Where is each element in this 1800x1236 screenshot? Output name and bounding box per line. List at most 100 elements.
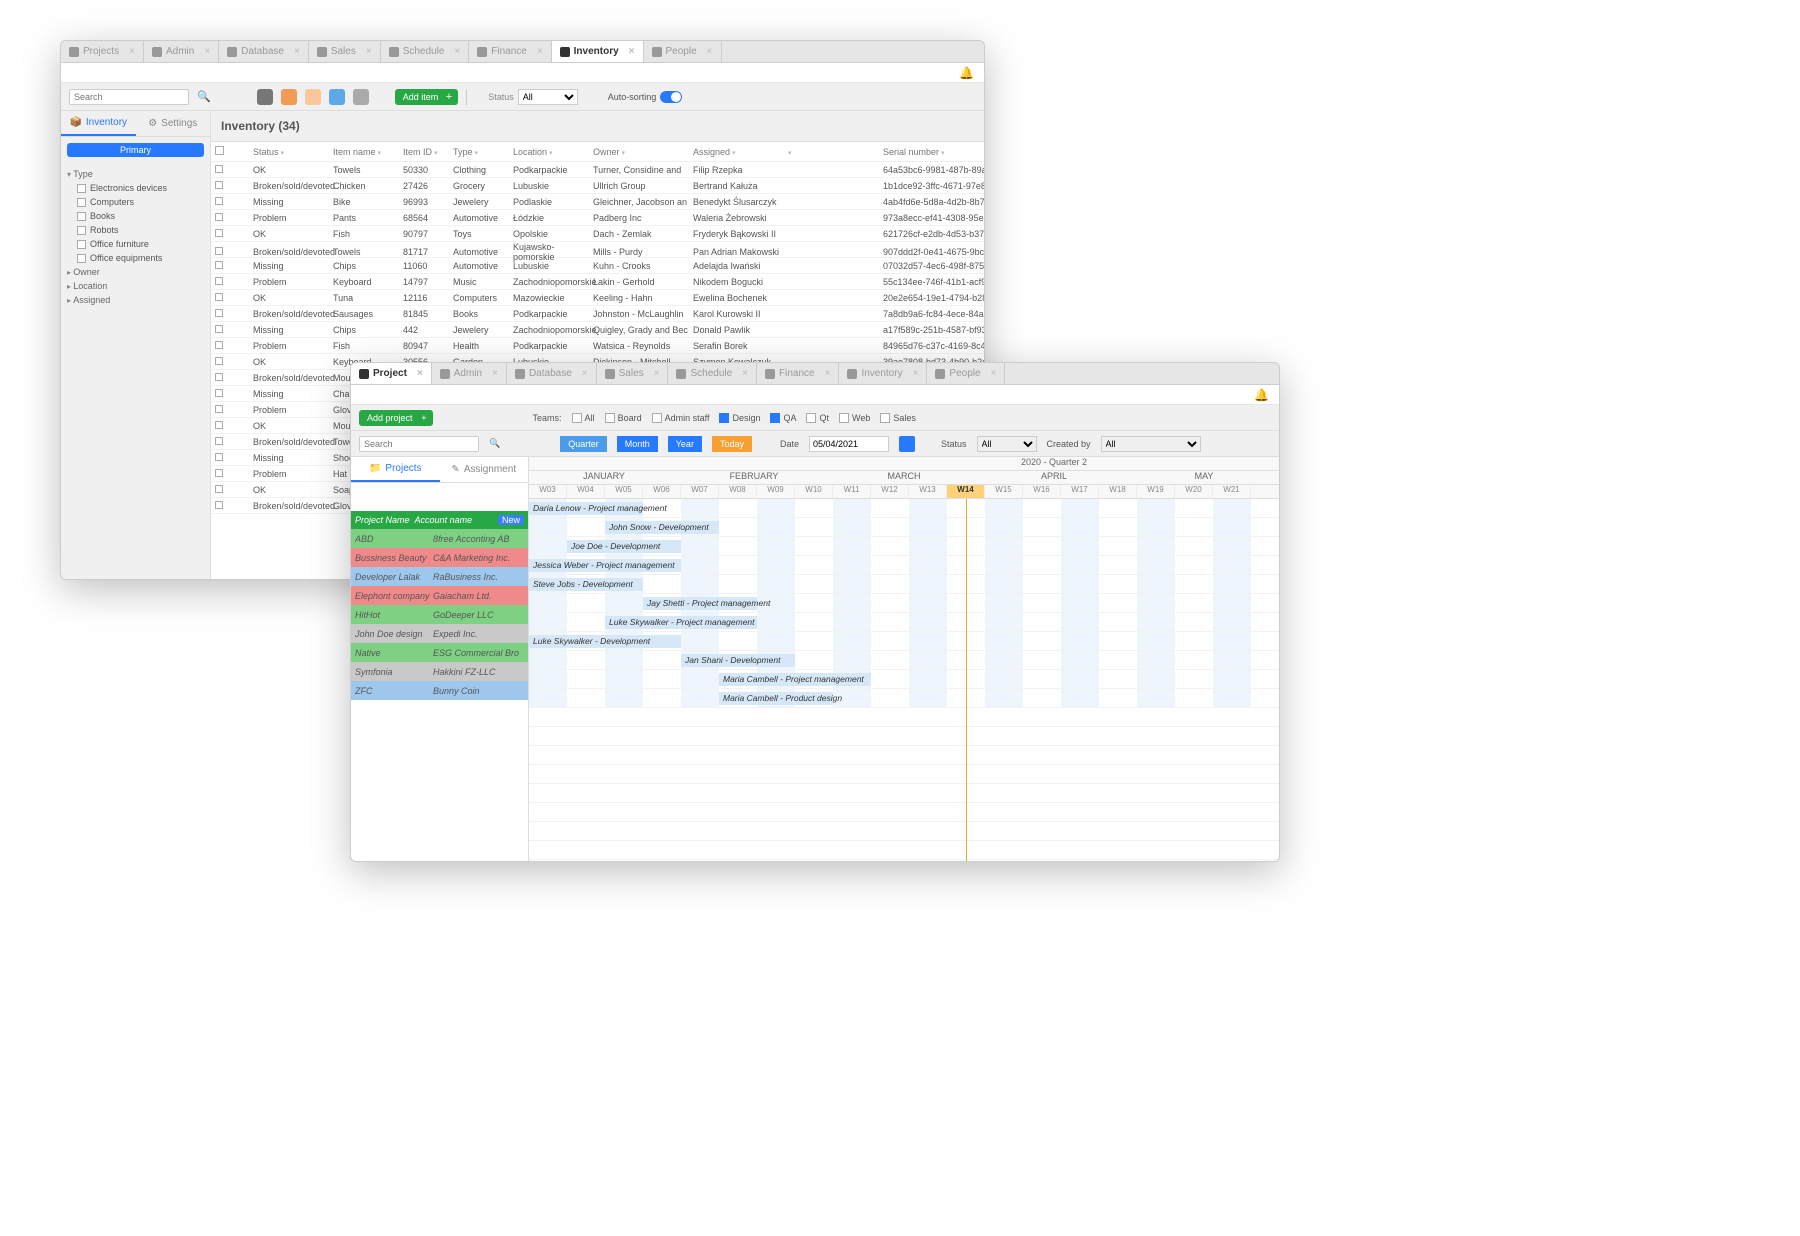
task-bar[interactable]: Jay Shetti - Project management [643, 597, 757, 610]
row-checkbox[interactable] [215, 293, 223, 301]
tab-schedule[interactable]: Schedule× [381, 41, 470, 62]
row-checkbox[interactable] [215, 325, 223, 333]
week-cell[interactable]: W09 [757, 485, 795, 498]
new-project-button[interactable]: New [498, 515, 524, 525]
table-row[interactable]: Broken/sold/devotedSausages81845BooksPod… [211, 306, 984, 322]
tab-sales[interactable]: Sales× [309, 41, 381, 62]
team-all[interactable]: All [572, 413, 595, 423]
tab-finance[interactable]: Finance× [469, 41, 551, 62]
week-cell[interactable]: W16 [1023, 485, 1061, 498]
close-icon[interactable]: × [742, 368, 748, 379]
col-status[interactable]: Status [253, 147, 333, 157]
tree-leaf[interactable]: Office furniture [67, 237, 204, 251]
row-checkbox[interactable] [215, 229, 223, 237]
row-checkbox[interactable] [215, 247, 223, 255]
tab-projects[interactable]: Projects× [61, 41, 144, 62]
week-cell[interactable]: W17 [1061, 485, 1099, 498]
week-cell[interactable]: W15 [985, 485, 1023, 498]
add-item-button[interactable]: Add item [395, 89, 459, 105]
createdby-select[interactable]: All [1101, 436, 1201, 452]
team-web[interactable]: Web [839, 413, 870, 423]
row-checkbox[interactable] [215, 197, 223, 205]
tab-inventory[interactable]: Inventory× [839, 363, 927, 384]
search-input[interactable] [69, 89, 189, 105]
table-row[interactable]: MissingChips11060AutomotiveLubuskieKuhn … [211, 258, 984, 274]
checkbox[interactable] [605, 413, 615, 423]
tree-leaf[interactable]: Books [67, 209, 204, 223]
project-row[interactable]: Developer LalakRaBusiness Inc. [351, 567, 528, 586]
week-cell[interactable]: W14 [947, 485, 985, 498]
date-input[interactable] [809, 436, 889, 452]
close-icon[interactable]: × [129, 46, 135, 57]
range-year[interactable]: Year [668, 436, 702, 452]
checkbox[interactable] [652, 413, 662, 423]
close-icon[interactable]: × [204, 46, 210, 57]
tab-people[interactable]: People× [927, 363, 1005, 384]
task-bar[interactable]: Maria Cambell - Project management [719, 673, 871, 686]
col-type[interactable]: Type [453, 147, 513, 157]
tree-leaf[interactable]: Computers [67, 195, 204, 209]
table-row[interactable]: ProblemKeyboard14797MusicZachodniopomors… [211, 274, 984, 290]
tab-project[interactable]: Project× [351, 363, 432, 384]
checkbox[interactable] [839, 413, 849, 423]
row-checkbox[interactable] [215, 485, 223, 493]
week-cell[interactable]: W20 [1175, 485, 1213, 498]
checkbox[interactable] [770, 413, 780, 423]
bell-icon[interactable]: 🔔 [1254, 388, 1269, 402]
close-icon[interactable]: × [629, 46, 635, 57]
project-row[interactable]: Elephont companyGaiacham Ltd. [351, 586, 528, 605]
tab-inventory[interactable]: Inventory× [552, 41, 644, 62]
row-checkbox[interactable] [215, 437, 223, 445]
week-cell[interactable]: W05 [605, 485, 643, 498]
project-row[interactable]: ZFCBunny Coin [351, 681, 528, 700]
sidebar-tab-settings[interactable]: ⚙ Settings [136, 111, 211, 136]
checkbox[interactable] [77, 254, 86, 263]
task-bar[interactable]: Jan Shani - Development [681, 654, 795, 667]
col-assigned[interactable]: Assigned [693, 147, 788, 157]
col-serial[interactable]: Serial number [883, 147, 984, 157]
task-bar[interactable]: Luke Skywalker - Project management [605, 616, 757, 629]
status-select[interactable]: All [977, 436, 1037, 452]
col-location[interactable]: Location [513, 147, 593, 157]
close-icon[interactable]: × [366, 46, 372, 57]
row-checkbox[interactable] [215, 309, 223, 317]
task-bar[interactable]: Jessica Weber - Project management [529, 559, 681, 572]
week-cell[interactable]: W21 [1213, 485, 1251, 498]
project-row[interactable]: SymfoniaHakkini FZ-LLC [351, 662, 528, 681]
task-bar[interactable]: John Snow - Development [605, 521, 719, 534]
row-checkbox[interactable] [215, 373, 223, 381]
table-row[interactable]: Broken/sold/devotedChicken27426GroceryLu… [211, 178, 984, 194]
team-board[interactable]: Board [605, 413, 642, 423]
week-cell[interactable]: W18 [1099, 485, 1137, 498]
select-all-checkbox[interactable] [215, 146, 224, 155]
tree-assigned[interactable]: Assigned [67, 293, 204, 307]
week-cell[interactable]: W07 [681, 485, 719, 498]
team-sales[interactable]: Sales [880, 413, 916, 423]
bell-icon[interactable]: 🔔 [959, 66, 974, 80]
task-bar[interactable]: Maria Cambell - Product design [719, 692, 833, 705]
tree-leaf[interactable]: Robots [67, 223, 204, 237]
checkbox[interactable] [806, 413, 816, 423]
range-month[interactable]: Month [617, 436, 658, 452]
row-checkbox[interactable] [215, 181, 223, 189]
primary-chip[interactable]: Primary [67, 143, 204, 157]
row-checkbox[interactable] [215, 213, 223, 221]
calendar-icon[interactable] [899, 436, 915, 452]
col-itemid[interactable]: Item ID [403, 147, 453, 157]
col-itemname[interactable]: Item name [333, 147, 403, 157]
checkbox[interactable] [77, 240, 86, 249]
table-row[interactable]: ProblemPants68564AutomotiveŁódzkiePadber… [211, 210, 984, 226]
tab-admin[interactable]: Admin× [144, 41, 219, 62]
team-admin-staff[interactable]: Admin staff [652, 413, 710, 423]
row-checkbox[interactable] [215, 357, 223, 365]
tab-database[interactable]: Database× [507, 363, 597, 384]
row-checkbox[interactable] [215, 389, 223, 397]
tab-admin[interactable]: Admin× [432, 363, 507, 384]
row-checkbox[interactable] [215, 277, 223, 285]
row-checkbox[interactable] [215, 421, 223, 429]
checkbox[interactable] [77, 226, 86, 235]
table-row[interactable]: ProblemFish80947HealthPodkarpackieWatsic… [211, 338, 984, 354]
checkbox[interactable] [572, 413, 582, 423]
timeline[interactable]: 2020 - Quarter 2 JANUARYFEBRUARYMARCHAPR… [529, 457, 1279, 862]
range-quarter[interactable]: Quarter [560, 436, 607, 452]
